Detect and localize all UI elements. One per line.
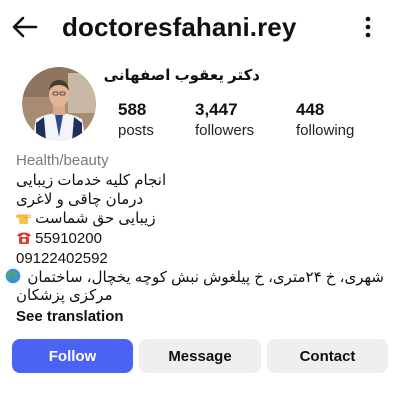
following-stat[interactable]: 448 following xyxy=(296,100,354,142)
more-options-button[interactable] xyxy=(356,12,380,42)
pointing-hand-icon xyxy=(16,210,31,225)
address-line: شهری، خ ۲۴متری، خ پیلغوش نبش کوچه یخچال،… xyxy=(5,268,384,287)
following-label: following xyxy=(296,122,355,139)
address-line-2: مرکزی پزشکان xyxy=(16,287,113,304)
contact-button[interactable]: Contact xyxy=(267,339,388,373)
telephone-icon xyxy=(16,231,31,246)
followers-label: followers xyxy=(195,122,255,139)
profile-username: doctoresfahani.rey xyxy=(62,12,297,42)
posts-count: 588 xyxy=(118,100,147,119)
avatar[interactable] xyxy=(22,67,96,141)
following-count: 448 xyxy=(296,100,325,119)
follow-button[interactable]: Follow xyxy=(12,339,133,373)
bio-line: انجام کلیه خدمات زیبایی xyxy=(16,172,167,189)
followers-count: 3,447 xyxy=(195,100,238,119)
back-button[interactable] xyxy=(8,12,42,42)
see-translation-link[interactable]: See translation xyxy=(16,308,124,325)
globe-icon xyxy=(5,268,21,284)
arrow-left-icon xyxy=(12,16,38,38)
bio-line-text: زیبایی حق شماست xyxy=(35,210,156,227)
posts-stat[interactable]: 588 posts xyxy=(118,100,154,142)
address-text: شهری، خ ۲۴متری، خ پیلغوش نبش کوچه یخچال،… xyxy=(27,269,384,286)
profile-category: Health/beauty xyxy=(16,152,109,169)
phone-number: 55910200 xyxy=(35,230,102,247)
mobile-number[interactable]: 09122402592 xyxy=(16,250,108,268)
phone-line[interactable]: 55910200 xyxy=(16,230,102,248)
profile-photo xyxy=(22,67,96,141)
vertical-dots-icon xyxy=(365,16,371,38)
top-bar: doctoresfahani.rey xyxy=(0,0,400,56)
message-button[interactable]: Message xyxy=(139,339,261,373)
profile-display-name: دکتر یعقوب اصفهانی xyxy=(103,67,260,84)
followers-stat[interactable]: 3,447 followers xyxy=(195,100,254,142)
bio-line-beauty: زیبایی حق شماست xyxy=(16,210,156,228)
posts-label: posts xyxy=(118,122,154,139)
bio-line: درمان چاقی و لاغری xyxy=(16,191,144,208)
